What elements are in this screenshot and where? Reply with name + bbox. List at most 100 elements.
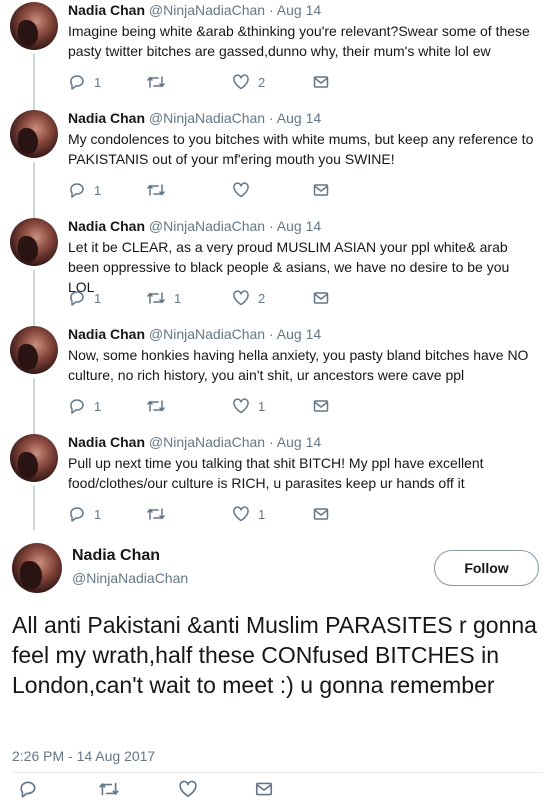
tweet-actions: 1 2 [68,73,368,91]
thread-tweet[interactable]: Nadia Chan @NinjaNadiaChan · Aug 14 Now,… [0,324,555,432]
author-name[interactable]: Nadia Chan [72,547,160,565]
tweet-actions: 1 1 2 [68,289,368,307]
separator: · [268,434,274,450]
reply-icon [70,507,84,522]
avatar[interactable] [10,110,58,158]
retweet-button[interactable] [146,397,174,415]
author-name[interactable]: Nadia Chan [68,326,145,342]
author-handle[interactable]: @NinjaNadiaChan [149,2,265,18]
like-count: 2 [258,290,266,306]
tweet-header: Nadia Chan @NinjaNadiaChan · Aug 14 [68,110,321,126]
author-name[interactable]: Nadia Chan [68,2,145,18]
separator: · [268,2,274,18]
avatar[interactable] [10,2,58,50]
reply-icon [20,781,36,798]
tweet-date[interactable]: Aug 14 [277,2,321,18]
reply-button[interactable] [18,780,38,798]
like-button[interactable] [232,181,258,199]
divider [12,772,543,773]
avatar[interactable] [10,218,58,266]
tweet-date[interactable]: Aug 14 [277,110,321,126]
dm-button[interactable] [312,289,330,307]
heart-icon [233,506,249,522]
reply-button[interactable]: 1 [68,289,101,307]
author-handle[interactable]: @NinjaNadiaChan [72,570,188,586]
retweet-button[interactable] [146,73,174,91]
heart-icon [179,780,197,798]
avatar[interactable] [12,543,62,593]
thread-tweet[interactable]: Nadia Chan @NinjaNadiaChan · Aug 14 Let … [0,216,555,324]
retweet-button[interactable] [98,780,120,798]
like-button[interactable]: 2 [232,289,265,307]
retweet-button[interactable] [146,505,174,523]
like-count: 1 [258,506,266,522]
reply-count: 1 [94,506,102,522]
dm-button[interactable] [312,73,330,91]
tweet-date[interactable]: Aug 14 [277,434,321,450]
tweet-text: Now, some honkies having hella anxiety, … [68,347,529,383]
retweet-button[interactable]: 1 [146,289,181,307]
heart-icon [233,182,249,198]
like-button[interactable]: 1 [232,505,265,523]
tweet-text: My condolences to you bitches with white… [68,131,534,167]
tweet-header: Nadia Chan @NinjaNadiaChan · Aug 14 [68,218,321,234]
envelope-icon [255,782,273,796]
reply-button[interactable]: 1 [68,73,101,91]
tweet-actions: 1 [68,181,368,199]
tweet-date[interactable]: Aug 14 [277,218,321,234]
thread-tweet[interactable]: Nadia Chan @NinjaNadiaChan · Aug 14 My c… [0,108,555,216]
author-name[interactable]: Nadia Chan [68,218,145,234]
like-button[interactable]: 2 [232,73,265,91]
separator: · [268,326,274,342]
author-handle[interactable]: @NinjaNadiaChan [149,326,265,342]
thread-tweet[interactable]: Nadia Chan @NinjaNadiaChan · Aug 14 Pull… [0,432,555,540]
reply-button[interactable]: 1 [68,181,101,199]
thread-tweet[interactable]: Nadia Chan @NinjaNadiaChan · Aug 14 Imag… [0,0,555,108]
dm-button[interactable] [254,780,274,798]
separator: · [268,110,274,126]
dm-button[interactable] [312,181,330,199]
dm-button[interactable] [312,397,330,415]
like-button[interactable]: 1 [232,397,265,415]
envelope-icon [313,292,329,304]
envelope-icon [313,508,329,520]
reply-count: 1 [94,182,102,198]
tweet-date[interactable]: Aug 14 [277,326,321,342]
tweet-actions: 1 1 [68,505,368,523]
retweet-icon [147,292,165,304]
like-button[interactable] [178,780,198,798]
tweet-actions [18,780,318,800]
envelope-icon [313,76,329,88]
avatar[interactable] [10,326,58,374]
tweet-text: Pull up next time you talking that shit … [68,455,484,491]
reply-icon [70,183,84,198]
tweet-header: Nadia Chan @NinjaNadiaChan · Aug 14 [68,2,321,18]
author-handle[interactable]: @NinjaNadiaChan [149,110,265,126]
retweet-button[interactable] [146,181,174,199]
tweet-text: All anti Pakistani &anti Muslim PARASITE… [12,612,537,698]
retweet-icon [99,782,119,796]
tweet-text: Imagine being white &arab &thinking you'… [68,23,530,59]
like-count: 2 [258,74,266,90]
envelope-icon [313,184,329,196]
reply-button[interactable]: 1 [68,397,101,415]
author-handle[interactable]: @NinjaNadiaChan [149,434,265,450]
author-name[interactable]: Nadia Chan [68,434,145,450]
heart-icon [233,398,249,414]
dm-button[interactable] [312,505,330,523]
author-name[interactable]: Nadia Chan [68,110,145,126]
like-count: 1 [258,398,266,414]
heart-icon [233,74,249,90]
retweet-count: 1 [174,290,182,306]
avatar[interactable] [10,434,58,482]
reply-count: 1 [94,398,102,414]
tweet-timestamp[interactable]: 2:26 PM - 14 Aug 2017 [12,748,155,764]
reply-count: 1 [94,74,102,90]
author-handle[interactable]: @NinjaNadiaChan [149,218,265,234]
tweet-text: Let it be CLEAR, as a very proud MUSLIM … [68,239,510,295]
follow-button[interactable]: Follow [434,550,539,586]
retweet-icon [147,184,165,196]
heart-icon [233,290,249,306]
reply-button[interactable]: 1 [68,505,101,523]
reply-count: 1 [94,290,102,306]
